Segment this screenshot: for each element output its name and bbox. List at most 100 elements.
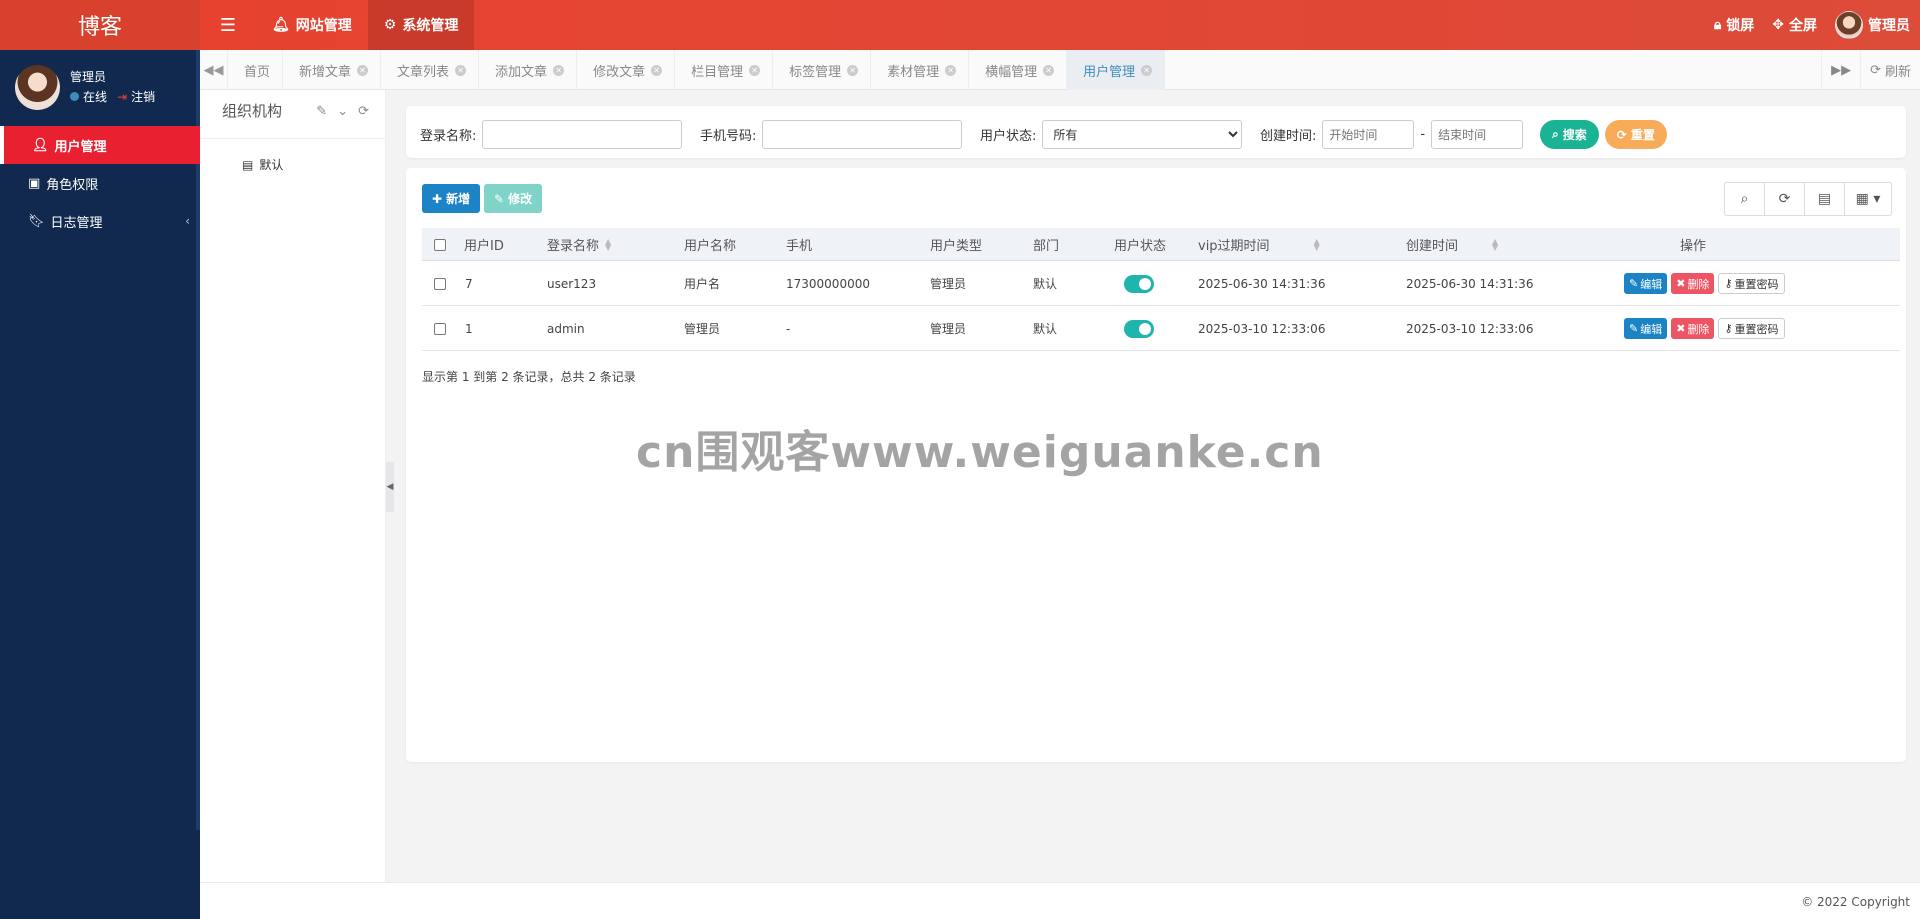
row-checkbox[interactable] [434, 261, 446, 306]
login-name-input[interactable] [482, 120, 683, 149]
brand-logo[interactable]: 博客 [0, 0, 200, 50]
cell-user-id: 1 [465, 321, 473, 336]
row-checkbox[interactable] [434, 306, 446, 351]
close-icon[interactable]: ✕ [1043, 64, 1055, 76]
org-tools: ✎ ⌄ ⟳ [316, 104, 369, 119]
sidebar-menu: 👤︎ 用户管理 ▣ 角色权限 🔖︎ 日志管理 ‹ [0, 126, 200, 240]
tab-article-list[interactable]: 文章列表 ✕ [381, 50, 480, 90]
col-login-name[interactable]: 登录名称 ▲ ▼ [547, 228, 611, 261]
checkbox[interactable] [434, 238, 446, 251]
close-icon[interactable]: ✕ [553, 64, 565, 76]
delete-button[interactable]: ✖ 删除 [1671, 273, 1715, 294]
nav-website-management[interactable]: 🔔︎ 网站管理 [256, 0, 368, 50]
tab-banner-management[interactable]: 横幅管理 ✕ [969, 50, 1068, 90]
end-time-input[interactable] [1431, 120, 1524, 149]
sidebar-item-user-management[interactable]: 👤︎ 用户管理 [0, 126, 200, 164]
close-icon[interactable]: ✕ [847, 64, 859, 76]
search-toggle-icon[interactable]: ⌕ [1725, 183, 1765, 215]
close-icon: ✖ [1676, 322, 1686, 335]
checkbox[interactable] [434, 322, 446, 335]
menu-toggle-icon[interactable]: ☰ [216, 13, 240, 37]
login-name-label: 登录名称: [420, 129, 477, 144]
add-user-button[interactable]: ✚ 新增 [422, 184, 481, 213]
close-icon[interactable]: ✕ [945, 64, 957, 76]
sort-icon[interactable]: ▲ ▼ [1314, 237, 1320, 251]
edit-button[interactable]: ✎ 编辑 [1624, 273, 1668, 294]
select-all-checkbox[interactable] [434, 228, 446, 261]
close-icon[interactable]: ✕ [357, 64, 369, 76]
close-icon[interactable]: ✕ [749, 64, 761, 76]
columns-grid-icon[interactable]: ▦ ▾ [1845, 183, 1891, 215]
close-icon[interactable]: ✕ [651, 64, 663, 76]
table-row[interactable]: 7 user123 用户名 17300000000 管理员 默认 2025-06… [422, 261, 1900, 306]
tab-label: 素材管理 [887, 64, 940, 80]
created-time-label: 创建时间: [1260, 129, 1317, 144]
col-user-id[interactable]: 用户ID [464, 228, 504, 261]
edit-button[interactable]: ✎ 编辑 [1624, 318, 1668, 339]
edit-user-button[interactable]: ✎ 修改 [484, 184, 543, 213]
tabs-scroll-right-icon[interactable]: ▶▶ [1821, 50, 1860, 90]
sort-icon[interactable]: ▲ ▼ [605, 237, 611, 251]
sort-icon[interactable]: ▲ ▼ [1492, 237, 1498, 251]
export-icon[interactable]: ▤ [1805, 183, 1845, 215]
tab-column-management[interactable]: 栏目管理 ✕ [675, 50, 774, 90]
cell-user-name: 用户名 [684, 277, 721, 291]
tabs-scroll-left-icon[interactable]: ◀◀ [200, 50, 228, 90]
edit-icon: ✎ [1629, 322, 1639, 335]
nav-system-management[interactable]: ⚙ 系统管理 [367, 0, 475, 50]
refresh-icon[interactable]: ⟳ [358, 104, 369, 119]
logout-icon: ⇥ [117, 90, 128, 104]
edit-icon: ✎ [494, 191, 505, 206]
delete-button[interactable]: ✖ 删除 [1671, 318, 1715, 339]
checkbox[interactable] [434, 277, 446, 290]
tab-material-management[interactable]: 素材管理 ✕ [871, 50, 970, 90]
cell-actions: ✎ 编辑 ✖ 删除 ⚷ 重置密码 [1624, 306, 1789, 351]
sidebar-item-log-management[interactable]: 🔖︎ 日志管理 ‹ [0, 202, 200, 240]
tab-label: 新增文章 [299, 64, 352, 80]
status-toggle[interactable] [1124, 319, 1154, 338]
edit-icon[interactable]: ✎ [316, 104, 327, 119]
cell-vip-expiry: 2025-06-30 14:31:36 [1198, 276, 1326, 291]
reset-button[interactable]: ⟳ 重置 [1604, 120, 1667, 149]
col-vip-expiry[interactable]: vip过期时间 ▲ ▼ [1198, 228, 1320, 261]
col-label: 用户状态 [1114, 239, 1167, 254]
org-panel: 组织机构 ✎ ⌄ ⟳ ▤ 默认 [200, 90, 386, 882]
col-created-time[interactable]: 创建时间 ▲ ▼ [1406, 228, 1498, 261]
status-select[interactable]: 所有 [1042, 120, 1243, 149]
reset-password-button[interactable]: ⚷ 重置密码 [1718, 273, 1785, 294]
logout-link[interactable]: ⇥ 注销 [117, 88, 155, 105]
col-label: vip过期时间 [1198, 239, 1270, 254]
sidebar-item-role-permissions[interactable]: ▣ 角色权限 [0, 164, 200, 202]
key-icon: ⚷ [1724, 322, 1733, 335]
col-status: 用户状态 [1114, 228, 1166, 261]
tab-add-article[interactable]: 添加文章 ✕ [479, 50, 578, 90]
tab-home[interactable]: 首页 [228, 50, 284, 90]
phone-input[interactable] [762, 120, 963, 149]
status-toggle[interactable] [1124, 274, 1154, 293]
close-icon[interactable]: ✕ [1141, 64, 1153, 76]
chevron-down-icon[interactable]: ⌄ [337, 104, 348, 119]
panel-collapse-handle[interactable]: ◀ [386, 462, 394, 512]
close-icon[interactable]: ✕ [455, 64, 467, 76]
file-icon: ▤ [242, 157, 254, 172]
tab-new-article[interactable]: 新增文章 ✕ [283, 50, 382, 90]
start-time-input[interactable] [1322, 120, 1415, 149]
cell-login-name: user123 [547, 276, 597, 291]
tree-node-default[interactable]: ▤ 默认 [242, 156, 283, 173]
lock-screen-button[interactable]: 🔒︎ 锁屏 [1714, 15, 1754, 35]
id-card-icon: ▣ [28, 175, 41, 191]
cell-user-id: 7 [465, 276, 473, 291]
user-menu[interactable]: 管理员 [1835, 11, 1910, 39]
col-actions: 操作 [1680, 228, 1706, 261]
tab-tag-management[interactable]: 标签管理 ✕ [773, 50, 872, 90]
cell-user-type: 管理员 [930, 277, 967, 291]
table-header: 用户ID 登录名称 ▲ ▼ 用户名称 手机 用户类型 部门 用户状态 vip过期时间… [422, 228, 1900, 261]
search-button[interactable]: ⌕ 搜索 [1540, 120, 1599, 149]
reset-password-button[interactable]: ⚷ 重置密码 [1718, 318, 1785, 339]
fullscreen-button[interactable]: ✥ 全屏 [1772, 15, 1817, 35]
tab-edit-article[interactable]: 修改文章 ✕ [577, 50, 676, 90]
refresh-tab-button[interactable]: ⟳ 刷新 [1860, 50, 1920, 90]
table-row[interactable]: 1 admin 管理员 - 管理员 默认 2025-03-10 12:33:06… [422, 306, 1900, 351]
tab-user-management[interactable]: 用户管理 ✕ [1067, 50, 1166, 90]
refresh-icon[interactable]: ⟳ [1765, 183, 1805, 215]
